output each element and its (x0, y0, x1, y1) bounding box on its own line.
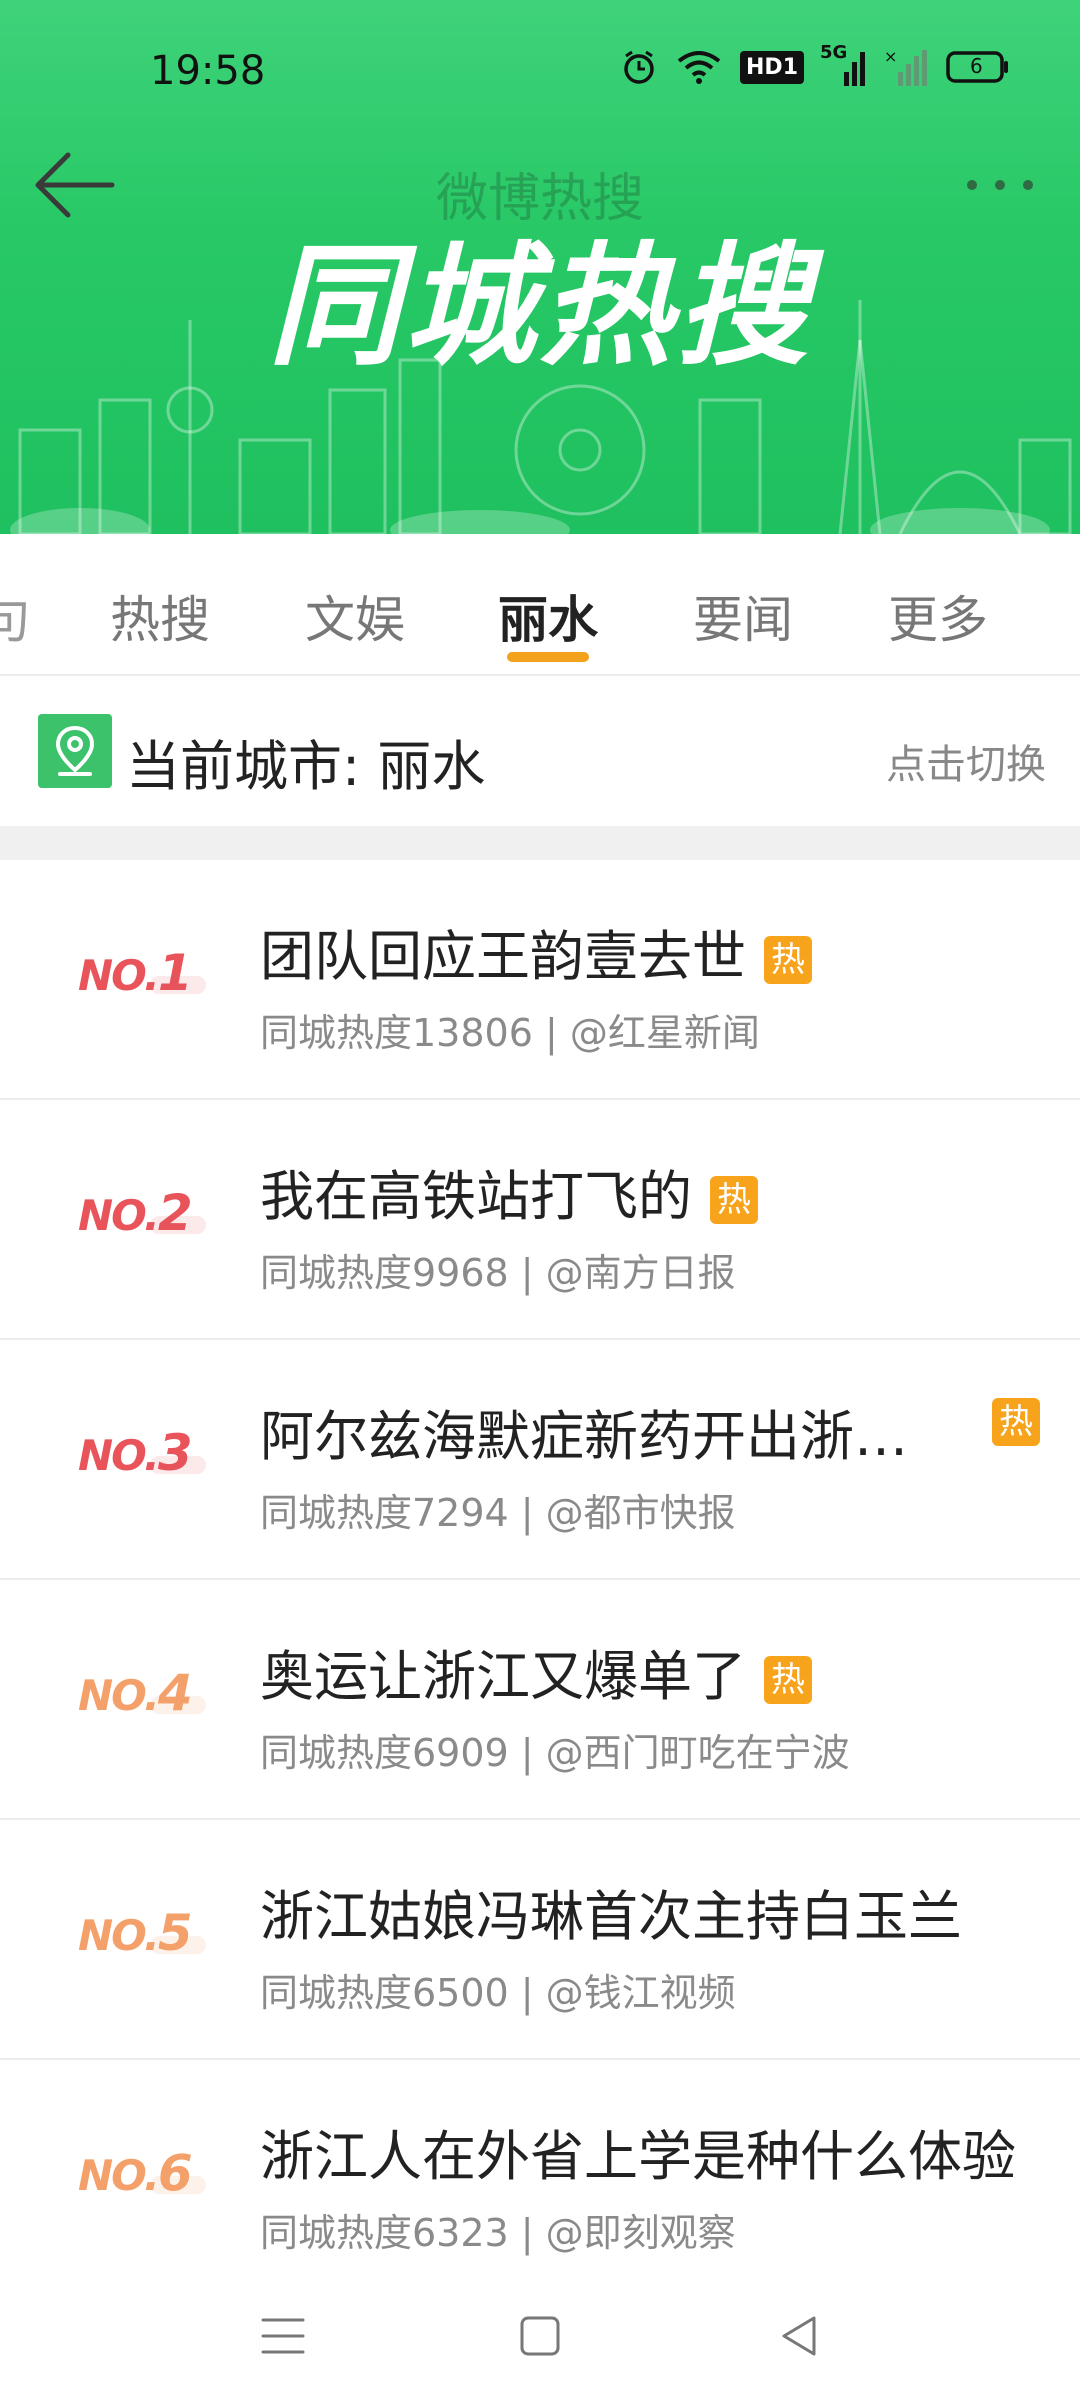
rank-glow (150, 2176, 206, 2194)
current-city-label: 当前城市: 丽水 (126, 735, 486, 798)
more-options-icon[interactable] (960, 170, 1040, 200)
system-nav-bar (0, 2270, 1080, 2400)
home-square-icon[interactable] (510, 2306, 570, 2366)
hot-search-list: NO.1 团队回应王韵壹去世热 同城热度13806 | @红星新闻 NO.2 我… (0, 860, 1080, 2300)
banner-title: 同城热搜 (268, 230, 812, 384)
tab-entertainment[interactable]: 文娱 (305, 580, 405, 652)
hot-badge: 热 (710, 1176, 758, 1225)
rank-glow (150, 1696, 206, 1714)
switch-city-button[interactable]: 点击切换 (886, 732, 1046, 790)
item-title: 阿尔兹海默症新药开出浙江... (260, 1405, 940, 1468)
tab-more[interactable]: 更多 (888, 580, 988, 652)
header-banner: 19:58 HD1 5G × 6 微博热搜 同城热搜 (0, 0, 1080, 534)
item-title: 我在高铁站打飞的热 (260, 1152, 758, 1231)
battery-level: 6 (970, 54, 983, 78)
category-tabs: 句 热搜 文娱 丽水 要闻 更多 (0, 534, 1080, 676)
network-type-label: 5G (820, 42, 848, 63)
section-separator (0, 826, 1080, 860)
wifi-icon (676, 49, 722, 85)
active-tab-indicator (507, 652, 589, 662)
status-time: 19:58 (150, 48, 266, 94)
hd-icon: HD1 (740, 50, 804, 84)
hot-badge: 热 (764, 1656, 812, 1705)
status-icons: HD1 5G × 6 (620, 42, 1010, 86)
list-item[interactable]: NO.1 团队回应王韵壹去世热 同城热度13806 | @红星新闻 (0, 860, 1080, 1100)
item-meta: 同城热度13806 | @红星新闻 (260, 1011, 760, 1055)
item-title: 浙江人在外省上学是种什么体验 (260, 2125, 1016, 2188)
signal-secondary-icon: × (884, 48, 928, 86)
item-meta: 同城热度6323 | @即刻观察 (260, 2211, 736, 2255)
rank-glow (150, 976, 206, 994)
tab-hot-search[interactable]: 热搜 (110, 580, 210, 652)
back-triangle-icon[interactable] (770, 2306, 830, 2366)
list-item[interactable]: NO.3 阿尔兹海默症新药开出浙江... 热 同城热度7294 | @都市快报 (0, 1340, 1080, 1580)
tab-lishui[interactable]: 丽水 (498, 580, 598, 652)
tab-partial[interactable]: 句 (0, 580, 30, 652)
menu-icon[interactable] (253, 2306, 313, 2366)
battery-icon: 6 (946, 50, 1010, 84)
rank-glow (150, 1216, 206, 1234)
svg-text:×: × (884, 48, 897, 66)
current-city-row[interactable]: 当前城市: 丽水 点击切换 (0, 676, 1080, 826)
item-title: 奥运让浙江又爆单了热 (260, 1632, 812, 1711)
item-meta: 同城热度7294 | @都市快报 (260, 1491, 736, 1535)
item-title: 团队回应王韵壹去世热 (260, 912, 812, 991)
status-bar: 19:58 HD1 5G × 6 (0, 0, 1080, 140)
alarm-icon (620, 48, 658, 86)
item-meta: 同城热度9968 | @南方日报 (260, 1251, 736, 1295)
list-item[interactable]: NO.2 我在高铁站打飞的热 同城热度9968 | @南方日报 (0, 1100, 1080, 1340)
signal-icon: 5G (820, 42, 866, 86)
item-title: 浙江姑娘冯琳首次主持白玉兰 (260, 1885, 962, 1948)
item-meta: 同城热度6500 | @钱江视频 (260, 1971, 736, 2015)
list-item[interactable]: NO.5 浙江姑娘冯琳首次主持白玉兰 同城热度6500 | @钱江视频 (0, 1820, 1080, 2060)
location-pin-icon (38, 714, 112, 788)
hot-badge: 热 (992, 1398, 1040, 1446)
list-item[interactable]: NO.4 奥运让浙江又爆单了热 同城热度6909 | @西门町吃在宁波 (0, 1580, 1080, 1820)
list-item[interactable]: NO.6 浙江人在外省上学是种什么体验 同城热度6323 | @即刻观察 (0, 2060, 1080, 2300)
hot-badge: 热 (764, 936, 812, 985)
tab-news[interactable]: 要闻 (693, 580, 793, 652)
rank-glow (150, 1936, 206, 1954)
rank-glow (150, 1456, 206, 1474)
item-meta: 同城热度6909 | @西门町吃在宁波 (260, 1731, 850, 1775)
